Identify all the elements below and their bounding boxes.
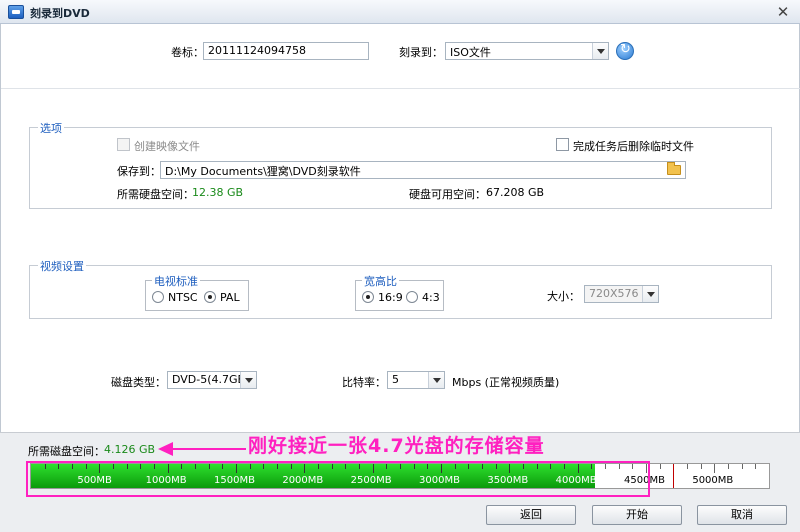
minor-tick	[687, 464, 688, 469]
required-space-label: 所需硬盘空间：	[117, 188, 194, 201]
annotation-highlight-box	[26, 461, 650, 497]
bitrate-select[interactable]: 5	[387, 371, 445, 389]
aspect-ratio-title: 宽高比	[362, 273, 399, 289]
bitrate-label: 比特率：	[342, 376, 386, 389]
window-title: 刻录到DVD	[30, 7, 90, 20]
required-disc-label: 所需磁盘空间：	[28, 445, 105, 458]
save-to-input[interactable]: D:\My Documents\狸窝\DVD刻录软件	[160, 161, 686, 179]
annotation-arrow-line	[172, 448, 246, 450]
required-space-value: 12.38 GB	[192, 186, 244, 199]
dvd-app-icon	[8, 5, 24, 19]
size-select[interactable]: 720X576	[584, 285, 659, 303]
video-settings-group: 视频设置 电视标准 NTSC PAL 宽高比 16:9 4:3 大小： 720X…	[29, 258, 772, 319]
minor-tick	[755, 464, 757, 469]
required-disc-value: 4.126 GB	[104, 443, 156, 456]
disc-type-label: 磁盘类型：	[111, 376, 166, 389]
annotation-text: 刚好接近一张4.7光盘的存储容量	[248, 435, 545, 457]
aspect-43-label: 4:3	[422, 291, 440, 304]
available-space-value: 67.208 GB	[486, 186, 545, 199]
volume-input[interactable]: 20111124094758	[203, 42, 369, 60]
arrow-left-icon	[158, 442, 173, 456]
video-settings-title: 视频设置	[38, 258, 86, 274]
pal-label: PAL	[220, 291, 240, 304]
refresh-icon[interactable]	[616, 42, 634, 60]
delete-temp-label: 完成任务后删除临时文件	[573, 140, 694, 153]
available-space-label: 硬盘可用空间：	[409, 188, 486, 201]
disc-limit-marker	[673, 464, 675, 488]
aspect-169-radio[interactable]	[362, 291, 374, 303]
save-to-label: 保存到：	[117, 165, 161, 178]
disc-type-value: DVD-5(4.7GB)	[172, 373, 250, 386]
main-panel: 卷标： 20111124094758 刻录到： ISO文件 选项 创建映像文件 …	[0, 24, 800, 432]
chevron-down-icon	[428, 372, 444, 388]
burn-to-value: ISO文件	[450, 46, 491, 59]
minor-tick	[728, 464, 729, 469]
title-bar: 刻录到DVD ✕	[0, 0, 800, 24]
ntsc-label: NTSC	[168, 291, 198, 304]
chevron-down-icon	[642, 286, 658, 302]
tv-standard-group: 电视标准 NTSC PAL	[145, 273, 249, 311]
major-tick	[714, 464, 716, 473]
chevron-down-icon	[240, 372, 256, 388]
close-icon[interactable]: ✕	[774, 3, 792, 21]
create-image-checkbox[interactable]	[117, 138, 130, 151]
minor-tick	[700, 464, 702, 469]
burn-to-select[interactable]: ISO文件	[445, 42, 609, 60]
pal-radio[interactable]	[204, 291, 216, 303]
back-button[interactable]: 返回	[486, 505, 576, 525]
size-value: 720X576	[589, 287, 639, 300]
aspect-169-label: 16:9	[378, 291, 403, 304]
volume-label: 卷标：	[171, 46, 204, 59]
tv-standard-title: 电视标准	[152, 273, 200, 289]
chevron-down-icon	[592, 43, 608, 59]
bottom-panel: 所需磁盘空间： 4.126 GB 刚好接近一张4.7光盘的存储容量 500MB 1…	[0, 432, 800, 532]
create-image-label: 创建映像文件	[134, 140, 200, 153]
start-button[interactable]: 开始	[592, 505, 682, 525]
disc-type-select[interactable]: DVD-5(4.7GB)	[167, 371, 257, 389]
bitrate-value: 5	[392, 373, 399, 386]
size-label: 大小：	[547, 290, 580, 303]
save-to-value: D:\My Documents\狸窝\DVD刻录软件	[165, 165, 361, 178]
burn-to-label: 刻录到：	[399, 46, 443, 59]
delete-temp-checkbox[interactable]	[556, 138, 569, 151]
bitrate-unit: Mbps (正常视频质量)	[452, 376, 560, 389]
minor-tick	[741, 464, 743, 469]
minor-tick	[659, 464, 661, 469]
folder-icon[interactable]	[667, 162, 681, 175]
aspect-ratio-group: 宽高比 16:9 4:3	[355, 273, 444, 311]
options-group-title: 选项	[38, 120, 64, 136]
ntsc-radio[interactable]	[152, 291, 164, 303]
cancel-button[interactable]: 取消	[697, 505, 787, 525]
capacity-tick-label: 5000MB	[692, 475, 734, 486]
aspect-43-radio[interactable]	[406, 291, 418, 303]
top-divider	[1, 88, 800, 89]
options-group: 选项 创建映像文件 完成任务后删除临时文件 保存到： D:\My Documen…	[29, 120, 772, 209]
